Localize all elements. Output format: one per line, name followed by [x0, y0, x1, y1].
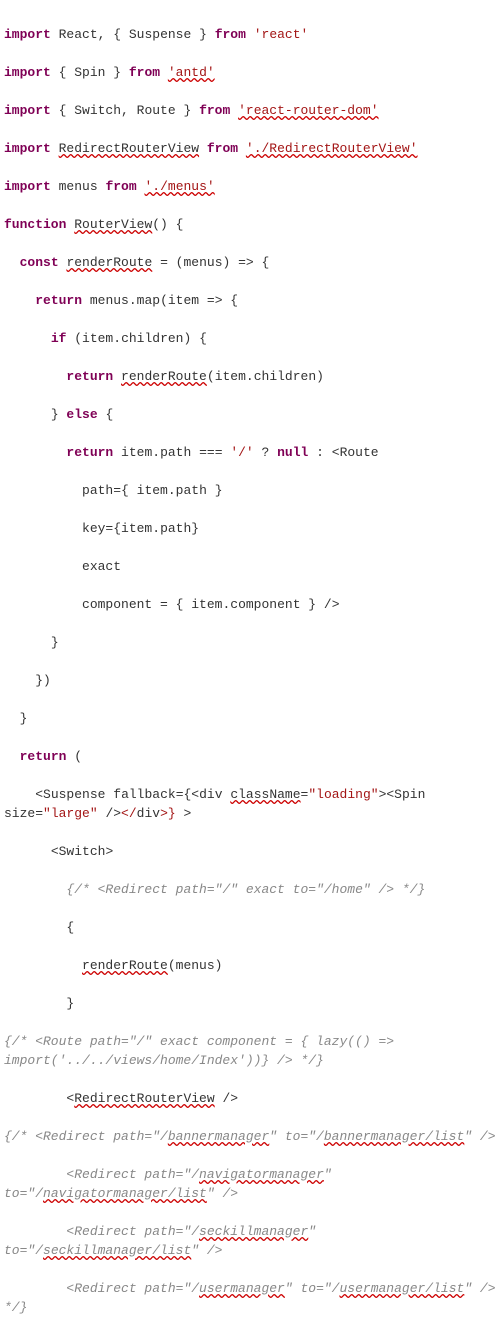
code-line: import menus from './menus' [4, 177, 496, 196]
str-antd: 'antd' [168, 65, 215, 80]
str-react: 'react' [254, 27, 309, 42]
code-line: import RedirectRouterView from './Redire… [4, 139, 496, 158]
code-line: if (item.children) { [4, 329, 496, 348]
code-line: <Redirect path="/usermanager" to="/userm… [4, 1279, 496, 1317]
code-line: key={item.path} [4, 519, 496, 538]
code-line: } [4, 994, 496, 1013]
code-line: path={ item.path } [4, 481, 496, 500]
comment: {/* <Route path="/" exact component = { … [4, 1034, 402, 1068]
code-line: exact [4, 557, 496, 576]
code-line: import { Spin } from 'antd' [4, 63, 496, 82]
code-line: component = { item.component } /> [4, 595, 496, 614]
code-line: } [4, 709, 496, 728]
kw-from: from [215, 27, 246, 42]
code-line: return item.path === '/' ? null : <Route [4, 443, 496, 462]
kw-import: import [4, 27, 51, 42]
code-line: <Redirect path="/navigatormanager" to="/… [4, 1165, 496, 1203]
code-line: } else { [4, 405, 496, 424]
id-routerview: RouterView [74, 217, 152, 232]
code-line: {/* <Route path="/" exact component = { … [4, 1032, 496, 1070]
id-suspense: Suspense [129, 27, 191, 42]
id-renderroute: renderRoute [66, 255, 152, 270]
code-line: function RouterView() { [4, 215, 496, 234]
code-block: import React, { Suspense } from 'react' … [0, 0, 500, 1336]
code-line: return ( [4, 747, 496, 766]
code-line: return menus.map(item => { [4, 291, 496, 310]
code-line: } [4, 633, 496, 652]
code-line: const renderRoute = (menus) => { [4, 253, 496, 272]
code-line: import React, { Suspense } from 'react' [4, 25, 496, 44]
comment: {/* <Redirect path="/" exact to="/home" … [66, 882, 425, 897]
str-rrv: './RedirectRouterView' [246, 141, 418, 156]
id-rrv: RedirectRouterView [59, 141, 199, 156]
code-line: <Redirect path="/seckillmanager" to="/se… [4, 1222, 496, 1260]
code-line: }) [4, 671, 496, 690]
code-line: return renderRoute(item.children) [4, 367, 496, 386]
code-line: renderRoute(menus) [4, 956, 496, 975]
code-line: { [4, 918, 496, 937]
code-line: <Switch> [4, 842, 496, 861]
code-line: {/* <Redirect path="/bannermanager" to="… [4, 1127, 496, 1146]
code-line: <RedirectRouterView /> [4, 1089, 496, 1108]
code-line: {/* <Redirect path="/" exact to="/home" … [4, 880, 496, 899]
code-line: <Suspense fallback={<div className="load… [4, 785, 496, 823]
id-react: React [59, 27, 98, 42]
str-rrdom: 'react-router-dom' [238, 103, 378, 118]
code-line: import { Switch, Route } from 'react-rou… [4, 101, 496, 120]
str-menus: './menus' [144, 179, 214, 194]
